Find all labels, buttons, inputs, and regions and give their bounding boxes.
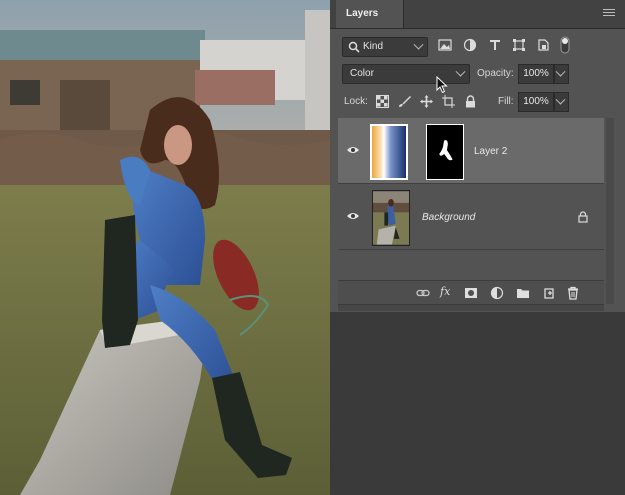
opacity-dropdown-button[interactable] bbox=[554, 64, 569, 84]
empty-panel-area bbox=[330, 312, 625, 495]
chevron-down-icon bbox=[455, 66, 466, 77]
panel-tab-bar: Layers bbox=[330, 0, 625, 29]
new-layer-icon[interactable] bbox=[542, 286, 556, 300]
fill-dropdown-button[interactable] bbox=[554, 92, 569, 112]
new-group-icon[interactable] bbox=[516, 286, 530, 300]
blend-mode-value: Color bbox=[350, 68, 374, 79]
layer-thumbnail-photo[interactable] bbox=[372, 190, 410, 246]
panel-resize-handle[interactable] bbox=[338, 304, 604, 311]
chevron-down-icon bbox=[413, 39, 424, 50]
shape-layer-filter-icon[interactable] bbox=[512, 38, 526, 52]
opacity-label: Opacity: bbox=[477, 68, 514, 79]
lock-artboard-icon[interactable] bbox=[442, 95, 455, 108]
opacity-input[interactable]: 100% bbox=[518, 64, 554, 84]
filter-kind-dropdown[interactable]: Kind bbox=[342, 37, 428, 57]
layer-row-background[interactable]: Background bbox=[338, 184, 604, 250]
smart-object-filter-icon[interactable] bbox=[536, 38, 550, 52]
filter-toggle-icon[interactable] bbox=[558, 36, 572, 54]
layer-thumbnail-gradient[interactable] bbox=[370, 124, 408, 180]
link-layers-icon[interactable] bbox=[416, 286, 430, 300]
blend-mode-row: Color Opacity: 100% bbox=[330, 62, 625, 94]
type-layer-filter-icon[interactable] bbox=[488, 38, 502, 52]
layer-mask-thumbnail[interactable] bbox=[426, 124, 464, 180]
fill-label: Fill: bbox=[498, 96, 514, 107]
lock-label: Lock: bbox=[344, 96, 368, 107]
layer-row-layer-2[interactable]: Layer 2 bbox=[338, 118, 604, 184]
layer-locked-icon[interactable] bbox=[578, 211, 588, 223]
layers-panel: Layers Kind Color Opacity: 100% Lock: Fi… bbox=[330, 0, 625, 495]
layer-filter-row: Kind bbox=[330, 33, 625, 59]
filter-kind-value: Kind bbox=[363, 41, 384, 52]
tab-layers[interactable]: Layers bbox=[336, 0, 404, 28]
layers-panel-footer: fx bbox=[338, 280, 604, 304]
layer-name[interactable]: Layer 2 bbox=[474, 146, 507, 157]
lock-row: Lock: Fill: 100% bbox=[330, 90, 625, 114]
add-mask-icon[interactable] bbox=[464, 286, 478, 300]
lock-position-icon[interactable] bbox=[420, 95, 433, 108]
layer-style-fx-icon[interactable]: fx bbox=[440, 285, 454, 299]
lock-image-pixels-icon[interactable] bbox=[398, 95, 411, 108]
chevron-down-icon bbox=[555, 66, 566, 77]
lock-transparent-pixels-icon[interactable] bbox=[376, 95, 389, 108]
delete-layer-icon[interactable] bbox=[566, 286, 580, 300]
lock-all-icon[interactable] bbox=[464, 95, 477, 108]
new-adjustment-layer-icon[interactable] bbox=[490, 286, 504, 300]
adjustment-layer-filter-icon[interactable] bbox=[463, 38, 477, 52]
pixel-layer-filter-icon[interactable] bbox=[438, 38, 452, 52]
photo-image bbox=[0, 0, 330, 495]
layers-scrollbar[interactable] bbox=[606, 118, 614, 304]
blend-mode-dropdown[interactable]: Color bbox=[342, 64, 470, 84]
document-canvas[interactable] bbox=[0, 0, 330, 495]
visibility-eye-icon[interactable] bbox=[346, 211, 360, 221]
panel-menu-icon[interactable] bbox=[603, 9, 615, 19]
search-icon bbox=[348, 41, 360, 53]
chevron-down-icon bbox=[555, 94, 566, 105]
layer-name[interactable]: Background bbox=[422, 212, 475, 223]
fill-input[interactable]: 100% bbox=[518, 92, 554, 112]
visibility-eye-icon[interactable] bbox=[346, 145, 360, 155]
layers-list: Layer 2 Background bbox=[338, 118, 604, 278]
